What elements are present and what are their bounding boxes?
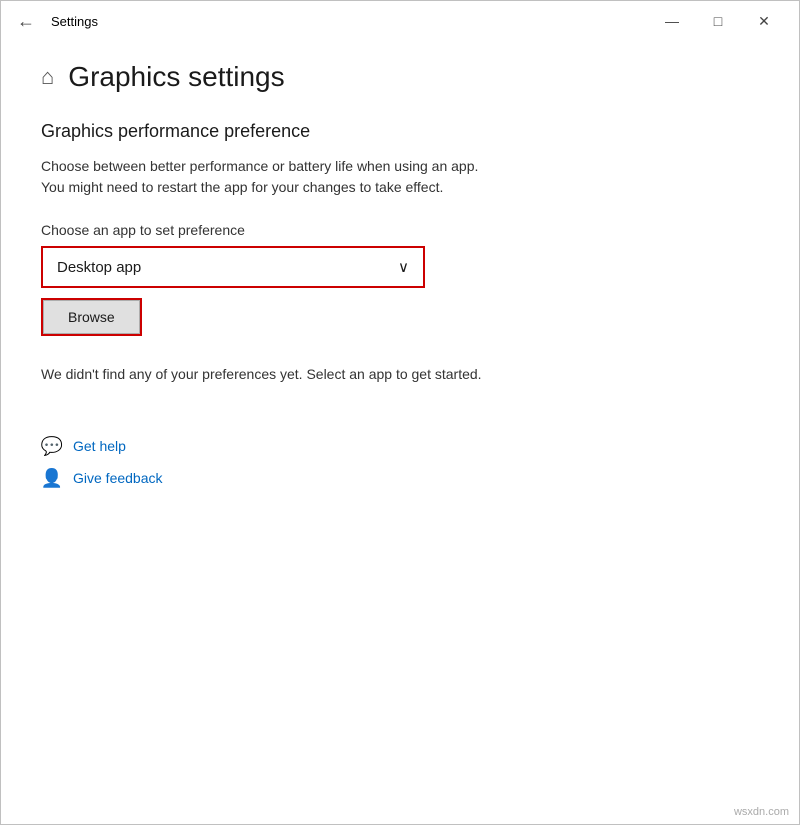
watermark: wsxdn.com xyxy=(734,806,789,818)
give-feedback-link[interactable]: Give feedback xyxy=(73,470,163,486)
title-bar-controls: — □ ✕ xyxy=(649,5,787,37)
browse-button[interactable]: Browse xyxy=(43,300,140,334)
section-description: Choose between better performance or bat… xyxy=(41,156,759,198)
choose-label: Choose an app to set preference xyxy=(41,222,759,238)
close-button[interactable]: ✕ xyxy=(741,5,787,37)
title-bar: ← Settings — □ ✕ xyxy=(1,1,799,41)
give-feedback-icon: 👤 xyxy=(41,467,63,489)
app-type-dropdown[interactable]: Desktop app ∨ xyxy=(43,248,423,286)
minimize-button[interactable]: — xyxy=(649,5,695,37)
maximize-button[interactable]: □ xyxy=(695,5,741,37)
no-preferences-text: We didn't find any of your preferences y… xyxy=(41,364,759,385)
browse-button-wrapper: Browse xyxy=(41,298,142,336)
home-icon: ⌂ xyxy=(41,64,54,90)
title-bar-left: ← Settings xyxy=(13,9,98,34)
window-title: Settings xyxy=(51,14,98,29)
description-line2: You might need to restart the app for yo… xyxy=(41,179,443,195)
dropdown-value: Desktop app xyxy=(57,259,141,276)
section-title: Graphics performance preference xyxy=(41,121,759,142)
back-button[interactable]: ← xyxy=(13,9,39,34)
chevron-down-icon: ∨ xyxy=(398,258,409,276)
app-type-dropdown-wrapper: Desktop app ∨ xyxy=(41,246,425,288)
get-help-icon: 💬 xyxy=(41,435,63,457)
settings-window: ← Settings — □ ✕ ⌂ Graphics settings Gra… xyxy=(0,0,800,825)
page-header: ⌂ Graphics settings xyxy=(41,61,759,93)
description-line1: Choose between better performance or bat… xyxy=(41,158,478,174)
content-area: ⌂ Graphics settings Graphics performance… xyxy=(1,41,799,824)
give-feedback-link-item[interactable]: 👤 Give feedback xyxy=(41,467,759,489)
footer-links: 💬 Get help 👤 Give feedback xyxy=(41,435,759,489)
page-title: Graphics settings xyxy=(68,61,284,93)
get-help-link-item[interactable]: 💬 Get help xyxy=(41,435,759,457)
get-help-link[interactable]: Get help xyxy=(73,438,126,454)
